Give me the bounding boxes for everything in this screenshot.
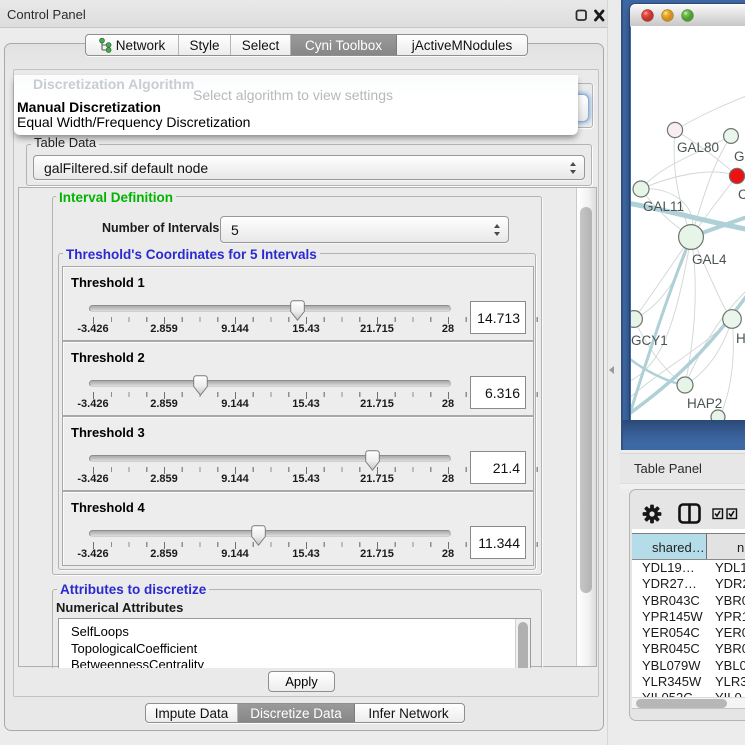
svg-text:C: C: [738, 187, 745, 202]
svg-text:H: H: [736, 331, 745, 346]
svg-text:G.: G.: [734, 149, 745, 164]
svg-text:GAL80: GAL80: [677, 140, 719, 155]
svg-text:HAP2: HAP2: [687, 396, 722, 411]
svg-text:GCY1: GCY1: [631, 333, 668, 348]
svg-text:GAL4: GAL4: [692, 252, 727, 267]
svg-text:GAL11: GAL11: [643, 199, 684, 214]
